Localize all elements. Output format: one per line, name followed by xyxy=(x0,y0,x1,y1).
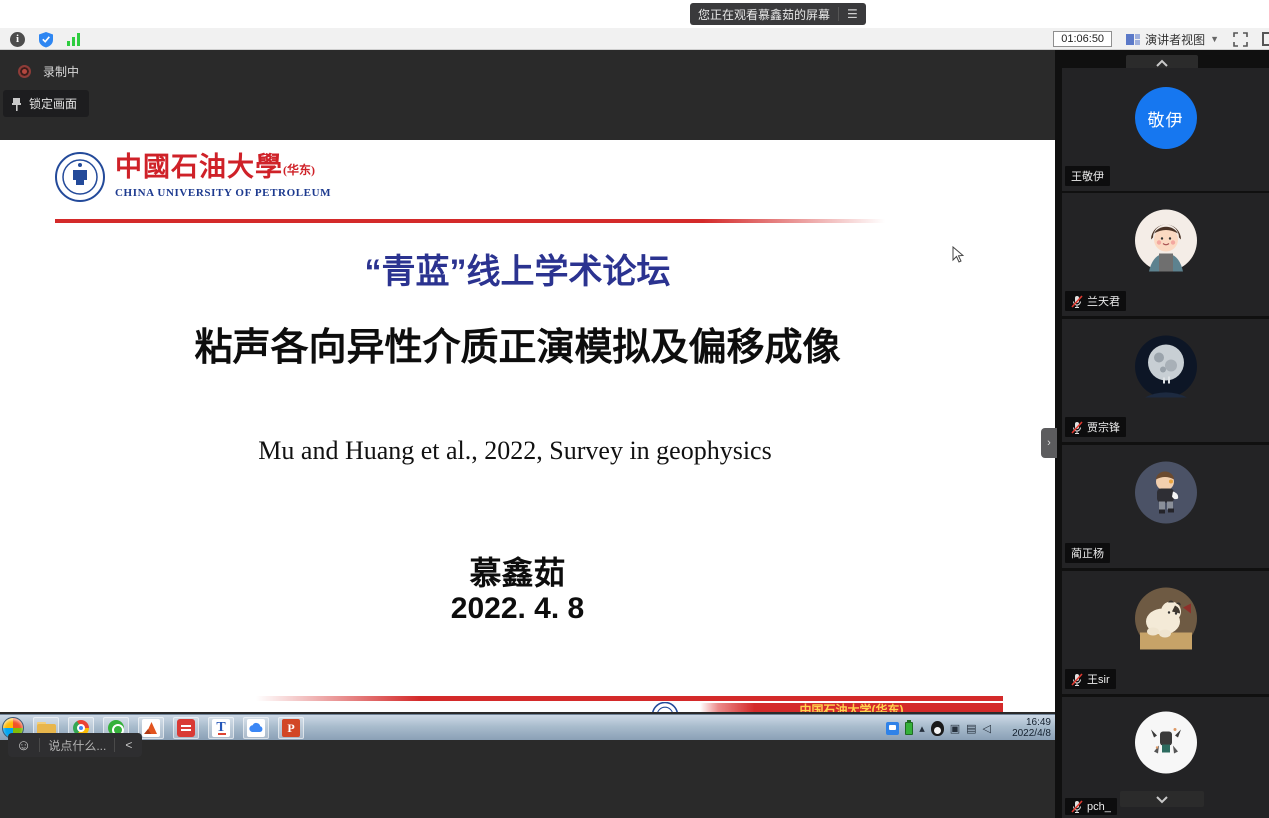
university-logo-block: 中國石油大學(华东) CHINA UNIVERSITY OF PETROLEUM xyxy=(55,152,331,202)
chevron-down-icon xyxy=(1154,794,1170,804)
participant-name-tag: 蔺正杨 xyxy=(1065,543,1110,563)
powerpoint-icon[interactable]: P xyxy=(278,717,304,739)
avatar xyxy=(1135,588,1197,655)
avatar xyxy=(1135,712,1197,779)
participant-tile[interactable]: 王sir xyxy=(1062,571,1269,694)
participant-tile[interactable]: 兰天君 xyxy=(1062,193,1269,316)
meeting-toolbar: i 01:06:50 演讲者视图 ▼ xyxy=(0,28,1269,50)
chat-overlay[interactable]: ☺ 说点什么... < xyxy=(8,733,142,757)
emoji-icon[interactable]: ☺ xyxy=(16,737,31,754)
participant-name-tag: 兰天君 xyxy=(1065,291,1126,311)
lock-screen-label: 锁定画面 xyxy=(29,95,77,112)
participants-sidebar: 敬伊 王敬伊 xyxy=(1055,50,1269,818)
record-dot-icon xyxy=(18,65,31,78)
red-app-icon[interactable] xyxy=(173,717,199,739)
chat-input[interactable]: 说点什么... xyxy=(48,737,106,754)
participant-name: pch_ xyxy=(1087,801,1111,813)
participant-name-tag: pch_ xyxy=(1065,798,1117,815)
scroll-down-button[interactable] xyxy=(1120,791,1204,807)
cloud-app-icon[interactable] xyxy=(243,717,269,739)
presentation-date: 2022. 4. 8 xyxy=(0,592,1035,626)
forum-title: “青蓝”线上学术论坛 xyxy=(0,244,1035,293)
divider xyxy=(114,738,115,752)
footer-banner: 中国石油大学(华东) xyxy=(700,703,1003,712)
participant-name-tag: 王sir xyxy=(1065,669,1116,689)
banner-menu-icon[interactable]: ☰ xyxy=(838,7,858,21)
view-mode-label: 演讲者视图 xyxy=(1145,31,1205,48)
header-divider-line xyxy=(55,219,885,223)
participant-tile[interactable]: 蔺正杨 xyxy=(1062,445,1269,568)
tray-expand-icon[interactable]: ▴ xyxy=(919,722,925,735)
signal-bars-icon[interactable] xyxy=(67,33,80,46)
participant-name: 贾宗锋 xyxy=(1087,419,1120,435)
recording-indicator: 录制中 xyxy=(18,63,79,80)
qq-icon[interactable] xyxy=(931,721,944,736)
participant-name: 王敬伊 xyxy=(1071,168,1104,184)
messenger-tray-icon[interactable] xyxy=(886,722,899,735)
participant-name: 兰天君 xyxy=(1087,293,1120,309)
viewer-banner-text: 您正在观看慕鑫茹的屏幕 xyxy=(698,6,830,23)
chat-collapse-button[interactable]: < xyxy=(123,738,134,752)
chevron-up-icon xyxy=(1154,58,1170,68)
avatar-initials: 敬伊 xyxy=(1148,106,1184,131)
footer-seal-icon xyxy=(652,702,678,712)
view-mode-button[interactable]: 演讲者视图 ▼ xyxy=(1126,31,1219,48)
mouse-cursor xyxy=(952,246,964,264)
mic-muted-icon xyxy=(1071,421,1083,434)
university-name-cn: 中國石油大學(华东) xyxy=(115,152,331,185)
meeting-timer: 01:06:50 xyxy=(1053,31,1112,47)
clock-time: 16:49 xyxy=(1012,717,1051,728)
divider xyxy=(39,738,40,752)
recording-label: 录制中 xyxy=(43,63,79,80)
avatar: 敬伊 xyxy=(1135,87,1197,149)
shield-icon[interactable] xyxy=(38,31,54,48)
avatar xyxy=(1135,210,1197,277)
university-seal-icon xyxy=(55,152,105,202)
network-icon[interactable]: ▤ xyxy=(966,722,976,735)
footer-divider-line xyxy=(256,696,1003,701)
avatar xyxy=(1135,462,1197,529)
layout-icon xyxy=(1126,34,1140,45)
taskbar-clock[interactable]: 16:49 2022/4/8 xyxy=(1012,717,1051,739)
avatar xyxy=(1135,336,1197,403)
author-name: 慕鑫茹 xyxy=(0,548,1035,594)
citation-text: Mu and Huang et al., 2022, Survey in geo… xyxy=(0,436,1030,466)
participant-name: 王sir xyxy=(1087,671,1110,687)
top-strip: 您正在观看慕鑫茹的屏幕 ☰ xyxy=(0,0,1269,28)
participant-name-tag: 贾宗锋 xyxy=(1065,417,1126,437)
university-name-en: CHINA UNIVERSITY OF PETROLEUM xyxy=(115,187,331,199)
pin-icon xyxy=(11,97,22,111)
mic-muted-icon xyxy=(1071,800,1083,813)
mic-muted-icon xyxy=(1071,295,1083,308)
viewer-banner: 您正在观看慕鑫茹的屏幕 ☰ xyxy=(690,3,866,25)
mic-muted-icon xyxy=(1071,673,1083,686)
battery-icon[interactable] xyxy=(905,722,913,735)
presentation-title: 粘声各向异性介质正演模拟及偏移成像 xyxy=(0,316,1035,371)
meeting-window: 您正在观看慕鑫茹的屏幕 ☰ i 01:06:50 演讲者视图 xyxy=(0,0,1269,818)
footer-banner-text: 中国石油大学(华东) xyxy=(700,703,1003,712)
info-icon[interactable]: i xyxy=(10,32,25,47)
sidebar-collapse-handle[interactable]: › xyxy=(1041,428,1057,458)
clock-date: 2022/4/8 xyxy=(1012,728,1051,739)
security-tray-icon[interactable]: ▣ xyxy=(950,722,960,735)
chevron-down-icon: ▼ xyxy=(1210,34,1219,44)
participant-name-tag: 王敬伊 xyxy=(1065,166,1110,186)
presentation-slide: 中國石油大學(华东) CHINA UNIVERSITY OF PETROLEUM… xyxy=(0,140,1055,712)
fullscreen-icon[interactable] xyxy=(1233,32,1248,47)
windows-taskbar: T P ▴ ▣ ▤ ◁ 16:49 2022/4/8 xyxy=(0,714,1055,740)
participant-name: 蔺正杨 xyxy=(1071,545,1104,561)
shared-screen-area: 录制中 锁定画面 中國石油大學(华东) xyxy=(0,50,1055,818)
participant-tile[interactable]: 贾宗锋 xyxy=(1062,319,1269,442)
system-tray: ▴ ▣ ▤ ◁ xyxy=(886,718,991,738)
t-app-icon[interactable]: T xyxy=(208,717,234,739)
lock-screen-button[interactable]: 锁定画面 xyxy=(3,90,89,117)
participant-tile[interactable]: 敬伊 王敬伊 xyxy=(1062,68,1269,191)
speaker-icon[interactable]: ◁ xyxy=(983,722,991,735)
window-icon[interactable] xyxy=(1262,32,1269,46)
